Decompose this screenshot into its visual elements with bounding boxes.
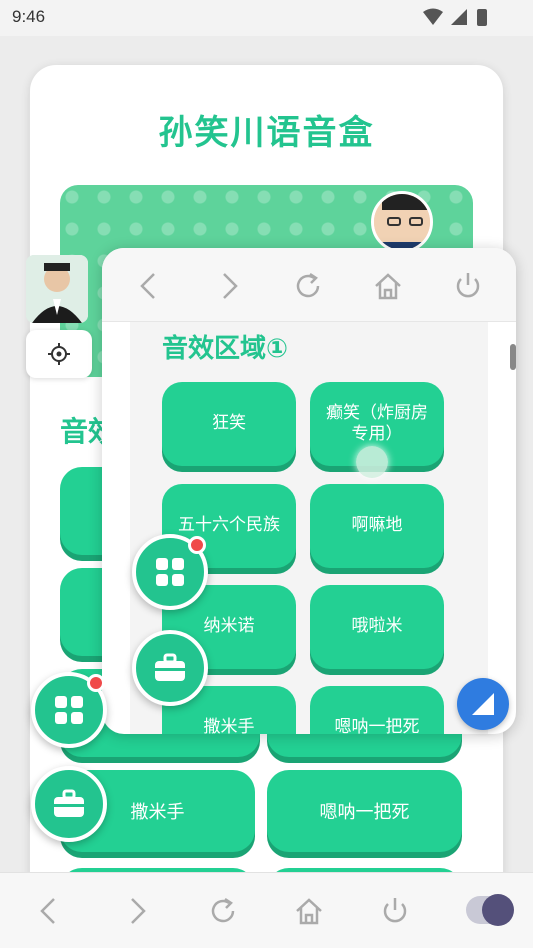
toggle-knob: [482, 894, 514, 926]
home-icon[interactable]: [291, 893, 327, 929]
grid-icon: [156, 558, 184, 586]
floating-window-navbar: [102, 248, 516, 322]
back-icon[interactable]: [32, 893, 68, 929]
settings-icon: [48, 343, 70, 365]
grid-fab[interactable]: [132, 534, 208, 610]
back-icon[interactable]: [132, 268, 168, 304]
section-title: 音效区域①: [162, 334, 289, 364]
resize-icon: [472, 693, 494, 715]
battery-icon: [477, 9, 487, 26]
notification-badge: [188, 536, 206, 554]
grid-icon: [55, 696, 83, 724]
refresh-icon[interactable]: [290, 268, 326, 304]
power-icon[interactable]: [450, 268, 486, 304]
status-icons: [423, 8, 487, 26]
sound-button-olami[interactable]: 哦啦米: [310, 585, 444, 669]
bottom-navbar: [0, 872, 533, 948]
forward-icon[interactable]: [118, 893, 154, 929]
sound-button-kuangxiao[interactable]: 狂笑: [162, 382, 296, 466]
sound-button[interactable]: 嗯呐一把死: [267, 770, 462, 852]
status-bar: 9:46: [0, 0, 533, 36]
signal-icon: [451, 9, 467, 25]
refresh-icon[interactable]: [205, 893, 241, 929]
status-time: 9:46: [12, 7, 46, 26]
settings-button[interactable]: [26, 330, 92, 378]
sound-button-ennayibasi[interactable]: 嗯呐一把死: [310, 686, 444, 734]
touch-indicator: [356, 446, 388, 478]
floating-avatar[interactable]: [26, 255, 88, 323]
grid-fab[interactable]: [31, 672, 107, 748]
resize-button[interactable]: [457, 678, 509, 730]
toolbox-icon: [155, 653, 185, 681]
notification-badge: [87, 674, 105, 692]
toolbox-icon: [54, 789, 84, 817]
toolbox-fab[interactable]: [132, 630, 208, 706]
forward-icon[interactable]: [210, 268, 246, 304]
power-icon[interactable]: [377, 893, 413, 929]
night-mode-toggle[interactable]: [466, 894, 514, 926]
scrollbar[interactable]: [510, 344, 516, 370]
app-title: 孙笑川语音盒: [158, 113, 375, 153]
wifi-icon: [423, 8, 443, 25]
sound-button-amadi[interactable]: 啊嘛地: [310, 484, 444, 568]
banner-avatar: [371, 191, 433, 253]
toolbox-fab[interactable]: [31, 766, 107, 842]
home-icon[interactable]: [370, 268, 406, 304]
